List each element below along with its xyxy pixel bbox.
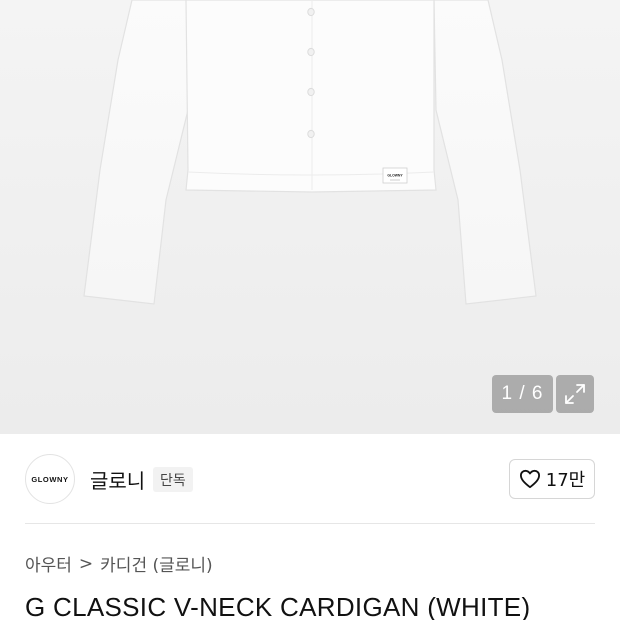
- breadcrumb-item-cardigan[interactable]: 카디건 (글로니): [100, 551, 213, 576]
- product-image-gallery[interactable]: GLOWNY 1 / 6: [0, 0, 620, 434]
- brand-name[interactable]: 글로니: [90, 465, 145, 494]
- breadcrumb-item-outer[interactable]: 아우터: [25, 551, 72, 576]
- brand-logo-text: GLOWNY: [31, 474, 69, 484]
- heart-outline-icon: [519, 469, 540, 489]
- garment-label-text: GLOWNY: [387, 174, 403, 178]
- brand-row: GLOWNY 글로니 단독 17만: [0, 434, 620, 524]
- like-count: 17만: [545, 470, 586, 491]
- product-title: G CLASSIC V-NECK CARDIGAN (WHITE): [25, 592, 531, 620]
- expand-button[interactable]: [556, 375, 594, 413]
- exclusive-badge: 단독: [153, 467, 193, 492]
- breadcrumb-separator: >: [78, 553, 94, 574]
- divider: [25, 523, 595, 524]
- product-image: GLOWNY: [83, 0, 537, 305]
- brand-logo[interactable]: GLOWNY: [25, 454, 75, 504]
- image-pager-text: 1 / 6: [501, 383, 544, 404]
- like-button[interactable]: 17만: [509, 459, 595, 499]
- breadcrumb: 아우터 > 카디건 (글로니): [25, 551, 213, 577]
- expand-icon: [565, 384, 585, 404]
- image-pager: 1 / 6: [492, 375, 553, 413]
